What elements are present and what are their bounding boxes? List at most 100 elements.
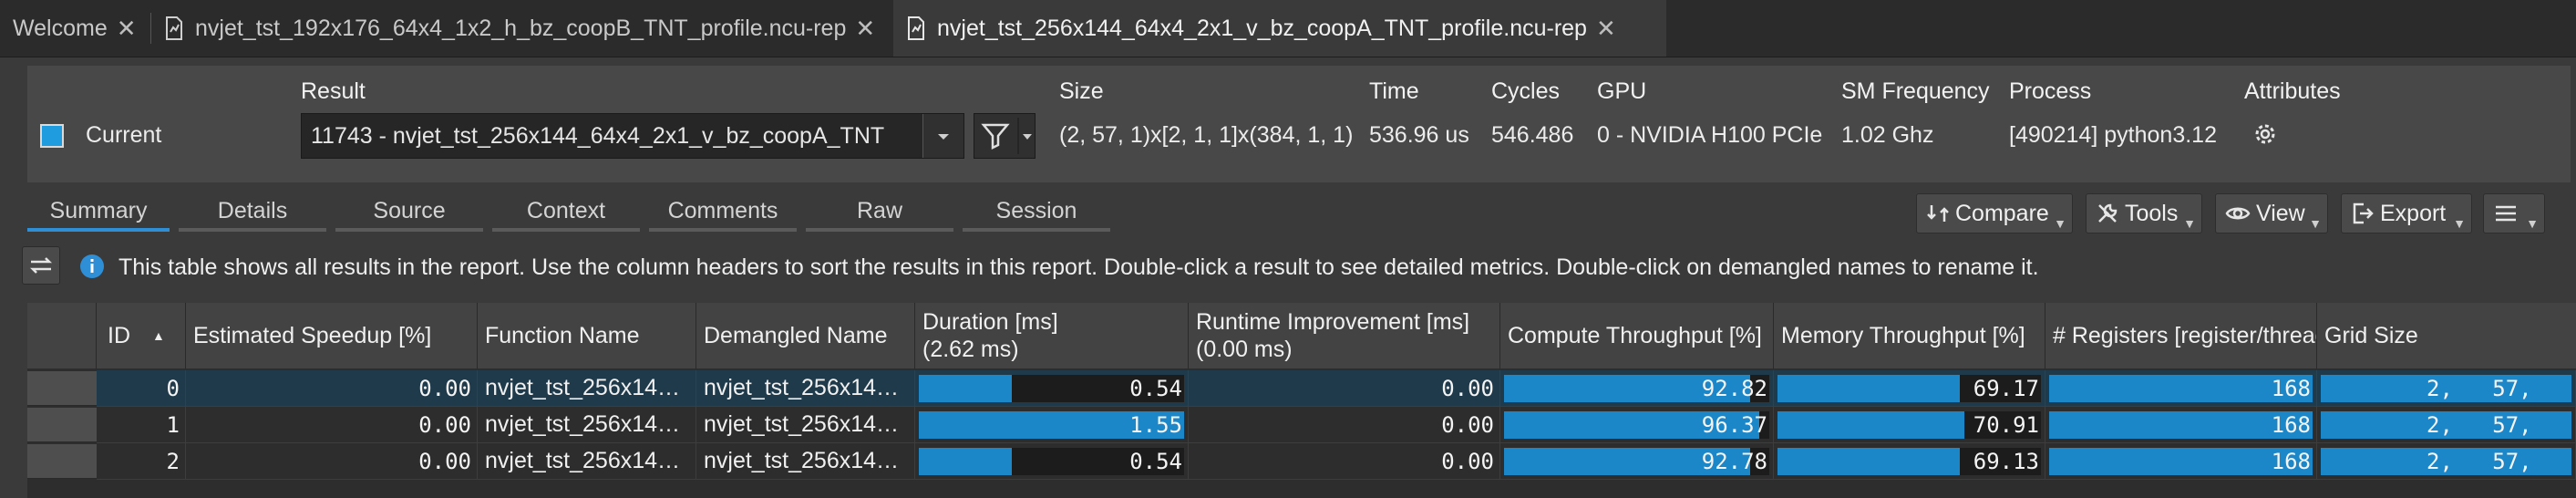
- cell-function[interactable]: nvjet_tst_256x14…: [478, 370, 696, 407]
- cell-memory[interactable]: 69.17: [1774, 370, 2045, 407]
- column-header-grid[interactable]: Grid Size: [2317, 303, 2576, 368]
- tab-summary[interactable]: Summary: [27, 188, 170, 233]
- wrench-icon: [2098, 203, 2117, 223]
- cell-compute[interactable]: 92.82: [1500, 370, 1774, 407]
- cell-function[interactable]: nvjet_tst_256x14…: [478, 443, 696, 480]
- cycles-value: 546.486: [1491, 122, 1574, 148]
- tab-report-coopA[interactable]: nvjet_tst_256x144_64x4_2x1_v_bz_coopA_TN…: [893, 0, 1666, 57]
- column-header-sublabel: (0.00 ms): [1196, 337, 1293, 362]
- cell-speedup[interactable]: 0.00: [186, 443, 478, 480]
- close-icon[interactable]: ✕: [855, 15, 875, 43]
- result-label: Result: [301, 78, 366, 104]
- cell-registers[interactable]: 168: [2045, 407, 2317, 443]
- column-header-id[interactable]: ID ▲: [97, 303, 186, 368]
- cell-id[interactable]: 1: [97, 407, 186, 443]
- tools-button[interactable]: Tools ▼: [2086, 193, 2202, 233]
- cell-memory[interactable]: 69.13: [1774, 443, 2045, 480]
- hamburger-menu-icon: [2496, 205, 2516, 222]
- cell-value: 2, 57,: [2427, 411, 2532, 438]
- cell-value: 69.17: [1973, 375, 2039, 401]
- cycles-label: Cycles: [1491, 78, 1561, 104]
- tab-welcome[interactable]: Welcome ✕: [13, 0, 137, 57]
- cell-duration[interactable]: 1.55: [915, 407, 1189, 443]
- row-header[interactable]: [27, 444, 97, 479]
- cell-demangled[interactable]: nvjet_tst_256x14…: [696, 443, 915, 480]
- cell-runtime[interactable]: 0.00: [1189, 407, 1500, 443]
- cell-value: nvjet_tst_256x14…: [704, 448, 900, 473]
- column-header-duration[interactable]: Duration [ms] (2.62 ms): [915, 303, 1189, 368]
- cell-speedup[interactable]: 0.00: [186, 370, 478, 407]
- tab-details-label: Details: [217, 197, 288, 223]
- tools-label: Tools: [2125, 200, 2179, 226]
- column-header-compute[interactable]: Compute Throughput [%]: [1500, 303, 1774, 368]
- cell-compute[interactable]: 96.37: [1500, 407, 1774, 443]
- cell-demangled[interactable]: nvjet_tst_256x14…: [696, 370, 915, 407]
- chevron-down-icon[interactable]: [922, 114, 963, 158]
- tab-context[interactable]: Context: [492, 188, 640, 233]
- document-tab-bar: Welcome ✕ nvjet_tst_192x176_64x4_1x2_h_b…: [0, 0, 2576, 57]
- info-message: This table shows all results in the repo…: [118, 254, 2039, 280]
- cell-registers[interactable]: 168: [2045, 370, 2317, 407]
- compare-button[interactable]: Compare ▼: [1916, 193, 2073, 233]
- cell-value: 0.00: [418, 375, 471, 401]
- column-header-registers[interactable]: # Registers [register/thread]: [2045, 303, 2317, 368]
- tab-session[interactable]: Session: [963, 188, 1110, 233]
- cell-value: 0.00: [418, 411, 471, 438]
- row-header[interactable]: [27, 371, 97, 406]
- cell-speedup[interactable]: 0.00: [186, 407, 478, 443]
- column-header-label: Demangled Name: [704, 323, 888, 348]
- close-icon[interactable]: ✕: [1596, 15, 1616, 43]
- cell-id[interactable]: 0: [97, 370, 186, 407]
- column-header-label: Grid Size: [2324, 323, 2418, 348]
- close-icon[interactable]: ✕: [117, 15, 137, 43]
- size-value: (2, 57, 1)x[2, 1, 1]x(384, 1, 1): [1059, 122, 1354, 148]
- cell-compute[interactable]: 92.78: [1500, 443, 1774, 480]
- cell-value: 69.13: [1973, 448, 2039, 474]
- compare-icon: [1927, 205, 1949, 222]
- cell-value: 0.54: [1129, 375, 1182, 401]
- cell-value: 168: [2271, 375, 2311, 401]
- column-header-runtime[interactable]: Runtime Improvement [ms] (0.00 ms): [1189, 303, 1500, 368]
- menu-button[interactable]: ▼: [2483, 193, 2545, 233]
- export-button[interactable]: Export ▼: [2341, 193, 2472, 233]
- value-bar: [1777, 375, 1960, 402]
- column-header-speedup[interactable]: Estimated Speedup [%]: [186, 303, 478, 368]
- refresh-button[interactable]: [22, 246, 60, 285]
- tab-raw-label: Raw: [856, 197, 902, 223]
- gear-icon[interactable]: [2251, 120, 2279, 148]
- filter-button[interactable]: [974, 113, 1036, 159]
- gpu-label: GPU: [1597, 78, 1647, 104]
- tab-source-label: Source: [373, 197, 446, 223]
- cell-demangled[interactable]: nvjet_tst_256x14…: [696, 407, 915, 443]
- view-button[interactable]: View ▼: [2215, 193, 2328, 233]
- cell-memory[interactable]: 70.91: [1774, 407, 2045, 443]
- cell-value: 0.54: [1129, 448, 1182, 474]
- column-header-function[interactable]: Function Name: [478, 303, 696, 368]
- tab-source[interactable]: Source: [335, 188, 483, 233]
- tab-comments[interactable]: Comments: [649, 188, 797, 233]
- cell-runtime[interactable]: 0.00: [1189, 443, 1500, 480]
- column-header-demangled[interactable]: Demangled Name: [696, 303, 915, 368]
- result-select[interactable]: 11743 - nvjet_tst_256x144_64x4_2x1_v_bz_…: [301, 113, 964, 159]
- filter-icon: [981, 118, 1032, 154]
- row-header[interactable]: [27, 408, 97, 442]
- cell-duration[interactable]: 0.54: [915, 443, 1189, 480]
- cell-value: nvjet_tst_256x14…: [485, 411, 681, 437]
- cell-duration[interactable]: 0.54: [915, 370, 1189, 407]
- cell-function[interactable]: nvjet_tst_256x14…: [478, 407, 696, 443]
- cell-registers[interactable]: 168: [2045, 443, 2317, 480]
- column-header-label: # Registers [register/thread]: [2053, 323, 2317, 348]
- cell-runtime[interactable]: 0.00: [1189, 370, 1500, 407]
- cell-grid[interactable]: 2, 57,: [2317, 370, 2576, 407]
- column-header-label: Runtime Improvement [ms]: [1196, 309, 1470, 335]
- tab-details[interactable]: Details: [179, 188, 326, 233]
- cell-value: 92.78: [1701, 448, 1767, 474]
- tab-raw[interactable]: Raw: [806, 188, 953, 233]
- cell-value: 92.82: [1701, 375, 1767, 401]
- cell-grid[interactable]: 2, 57,: [2317, 443, 2576, 480]
- tab-label: nvjet_tst_192x176_64x4_1x2_h_bz_coopB_TN…: [195, 15, 847, 41]
- tab-report-coopB[interactable]: nvjet_tst_192x176_64x4_1x2_h_bz_coopB_TN…: [164, 0, 875, 57]
- column-header-memory[interactable]: Memory Throughput [%]: [1774, 303, 2045, 368]
- cell-id[interactable]: 2: [97, 443, 186, 480]
- cell-grid[interactable]: 2, 57,: [2317, 407, 2576, 443]
